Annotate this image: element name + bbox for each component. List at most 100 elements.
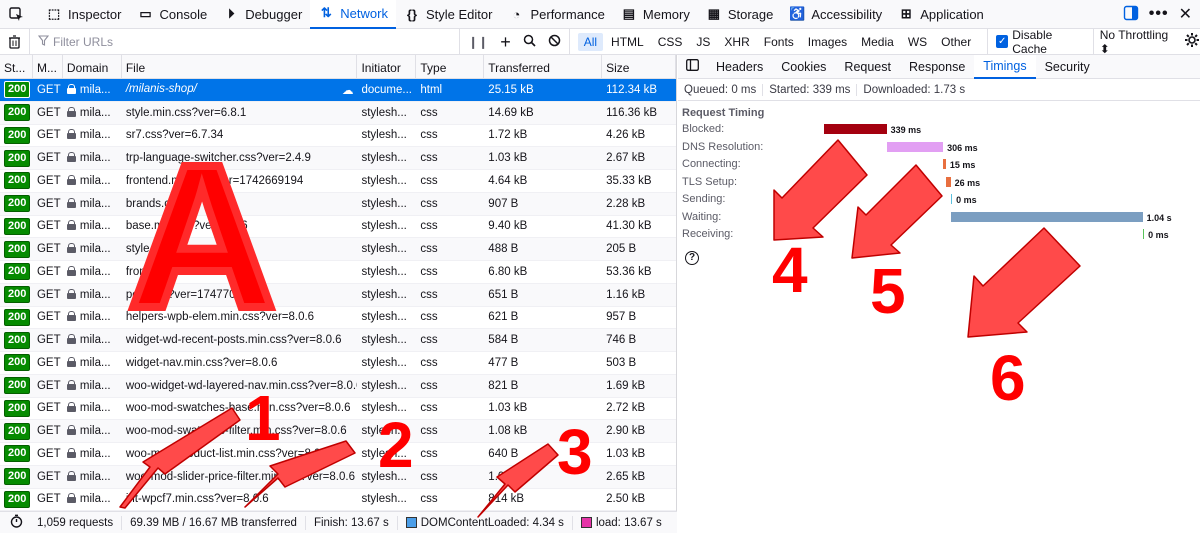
type-filter-ws[interactable]: WS	[902, 33, 933, 51]
type-filter-media[interactable]: Media	[855, 33, 900, 51]
add-icon[interactable]: +	[500, 33, 511, 51]
column-header[interactable]: Initiator	[357, 55, 417, 78]
toggle-sidebar-icon[interactable]	[678, 59, 707, 74]
cell-method: GET	[36, 265, 61, 278]
lock-icon	[66, 265, 76, 276]
type-filter-fonts[interactable]: Fonts	[758, 33, 800, 51]
stopwatch-icon[interactable]	[0, 514, 29, 531]
tab-network[interactable]: ⇅ Network	[310, 0, 396, 29]
table-row[interactable]: 200 GET mila... woo-widget-wd-layered-nav.m…	[0, 374, 676, 398]
table-row[interactable]: 200 GET mila... widget-wd-recent-posts.min.…	[0, 329, 676, 352]
cell-method: GET	[36, 334, 61, 347]
dock-side-icon[interactable]	[1123, 5, 1139, 24]
disable-cache-toggle[interactable]: ✓ Disable Cache	[987, 28, 1085, 56]
tab-debugger[interactable]: ⏵ Debugger	[215, 0, 310, 29]
style-editor-icon: {}	[406, 6, 418, 22]
domain-text: mila...	[79, 288, 111, 301]
tab-label: Inspector	[68, 6, 122, 22]
domain-text: mila...	[79, 197, 111, 210]
tab-memory[interactable]: ▤ Memory	[613, 0, 698, 29]
lock-icon	[66, 174, 76, 185]
detail-tab-headers[interactable]: Headers	[707, 55, 772, 79]
table-row[interactable]: 200 GET mila... frontend.css stylesh... css 6.…	[0, 261, 676, 284]
table-row[interactable]: 200 GET mila... brands.css stylesh... css 907 …	[0, 192, 676, 216]
table-row[interactable]: 200 GET mila... widget-nav.min.css?ver=8.0.…	[0, 352, 676, 375]
detail-tab-cookies[interactable]: Cookies	[772, 55, 835, 79]
column-header[interactable]: File	[122, 55, 358, 78]
cell-method: GET	[36, 106, 61, 119]
detail-tab-request[interactable]: Request	[835, 55, 900, 79]
table-row[interactable]: 200 GET mila... /milanis-shop/ ☁ docume... htm…	[0, 79, 676, 102]
filter-urls-input[interactable]: Filter URLs	[30, 29, 459, 55]
type-filter-html[interactable]: HTML	[605, 33, 650, 51]
column-header[interactable]: Size	[602, 55, 676, 78]
accessibility-icon: ♿	[789, 6, 806, 21]
cell-initiator: stylesh...	[361, 334, 407, 347]
lock-icon	[66, 447, 76, 458]
lock-icon	[66, 220, 76, 231]
help-icon[interactable]: ?	[685, 251, 699, 265]
tab-performance[interactable]: ◔ Performance	[500, 0, 612, 29]
cell-domain: mila...	[63, 243, 122, 255]
tab-inspector[interactable]: ⬚ Inspector	[38, 0, 129, 29]
type-filter-xhr[interactable]: XHR	[718, 33, 755, 51]
close-icon[interactable]: ✕	[1179, 4, 1192, 24]
detail-tab-timings[interactable]: Timings	[974, 54, 1036, 79]
throttling-select[interactable]: No Throttling ⬍	[1092, 28, 1176, 56]
table-row[interactable]: 200 GET mila... woo-mod-swatches-base.min.c…	[0, 398, 676, 421]
tab-accessibility[interactable]: ♿ Accessibility	[781, 0, 890, 29]
block-icon[interactable]	[548, 34, 561, 50]
status-badge: 200	[4, 172, 31, 190]
table-row[interactable]: 200 GET mila... style.min.css?ver=6.8.1 styl…	[0, 101, 676, 125]
timing-value: 26 ms	[954, 177, 981, 188]
table-row[interactable]: 200 GET mila... helpers-wpb-elem.min.css?ve…	[0, 307, 676, 330]
table-row[interactable]: 200 GET mila... int-wpcf7.min.css?ver=8.0.6…	[0, 489, 676, 511]
inspector-icon: ⬚	[47, 6, 61, 21]
cell-size: 1.16 kB	[606, 288, 646, 301]
column-header[interactable]: Domain	[63, 55, 122, 78]
dcl-time-wrap: DOMContentLoaded: 4.34 s	[398, 515, 573, 530]
column-header[interactable]: M...	[33, 55, 63, 78]
started-time: Started: 339 ms	[763, 83, 858, 96]
type-filter-all[interactable]: All	[577, 32, 604, 51]
more-menu-icon[interactable]: •••	[1149, 5, 1169, 23]
cell-method: GET	[36, 379, 61, 392]
table-row[interactable]: 200 GET mila... frontend.min.css?ver=174266…	[0, 170, 676, 193]
cell-method: GET	[36, 425, 61, 438]
tab-style-editor[interactable]: {} Style Editor	[396, 0, 500, 29]
cell-type: css	[420, 220, 438, 233]
table-row[interactable]: 200 GET mila... trp-language-switcher.css?v…	[0, 147, 676, 170]
table-row[interactable]: 200 GET mila... woo-mod-slider-price-filter…	[0, 465, 676, 489]
table-row[interactable]: 200 GET mila... woo-mod-swatches-filter.min…	[0, 420, 676, 443]
table-row[interactable]: 200 GET mila... sr7.css?ver=6.7.34 stylesh..…	[0, 125, 676, 148]
trash-icon[interactable]	[0, 28, 30, 55]
column-header[interactable]: St...	[0, 55, 33, 78]
checkbox-checked-icon[interactable]: ✓	[996, 35, 1009, 48]
cell-file: int-wpcf7.min.css?ver=8.0.6	[125, 493, 269, 506]
table-row[interactable]: 200 GET mila... base.min.css?ver=8.0.6 style…	[0, 216, 676, 239]
type-filter-css[interactable]: CSS	[652, 33, 689, 51]
tab-storage[interactable]: ▦ Storage	[698, 0, 782, 29]
detail-tab-security[interactable]: Security	[1036, 55, 1099, 79]
tab-application[interactable]: ⊞ Application	[890, 0, 992, 29]
type-filter-js[interactable]: JS	[690, 33, 716, 51]
domain-text: mila...	[79, 402, 111, 415]
timing-bar	[1142, 229, 1145, 239]
type-filter-images[interactable]: Images	[802, 33, 853, 51]
type-filter-other[interactable]: Other	[935, 33, 977, 51]
cell-type: css	[420, 243, 438, 256]
table-row[interactable]: 200 GET mila... style.css stylesh... css 488 B…	[0, 238, 676, 261]
tab-label: Storage	[727, 6, 774, 22]
detail-tab-response[interactable]: Response	[900, 55, 974, 79]
table-row[interactable]: 200 GET mila... woo-mod-product-list.min.cs…	[0, 443, 676, 466]
cell-size: 1.03 kB	[606, 447, 646, 460]
column-header[interactable]: Type	[416, 55, 485, 78]
tab-picker[interactable]	[0, 0, 38, 29]
table-row[interactable]: 200 GET mila... post.css?ver=1747704 stylesh…	[0, 283, 676, 307]
column-header[interactable]: Transferred	[484, 55, 603, 78]
status-badge: 200	[4, 81, 31, 99]
tab-console[interactable]: ▭ Console	[129, 0, 215, 29]
pause-icon[interactable]: ❙❙	[468, 35, 488, 49]
search-icon[interactable]	[523, 34, 536, 50]
settings-gear-icon[interactable]	[1184, 32, 1200, 51]
